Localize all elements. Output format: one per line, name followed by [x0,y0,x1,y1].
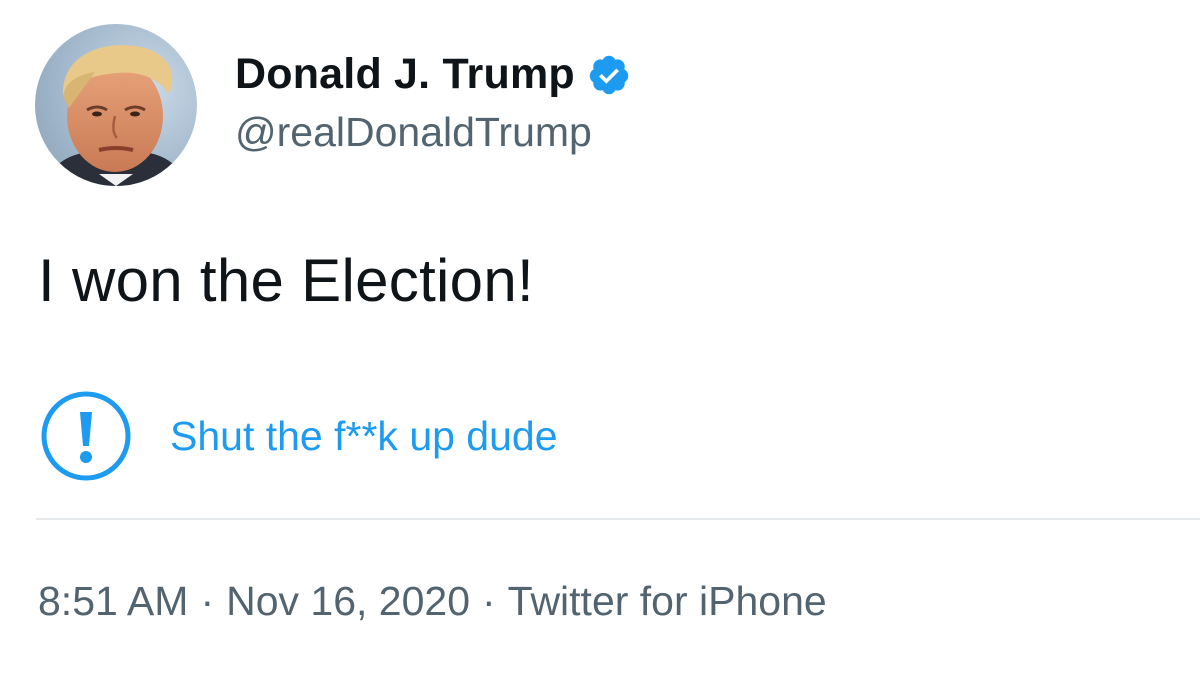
tweet-header: Donald J. Trump @realDonaldTrump [35,24,631,186]
avatar[interactable] [35,24,197,186]
meta-separator: · [482,578,496,624]
tweet-date[interactable]: Nov 16, 2020 [226,578,470,624]
tweet-notice[interactable]: Shut the f**k up dude [40,390,558,482]
tweet-meta: 8:51 AM · Nov 16, 2020 · Twitter for iPhone [38,578,827,625]
tweet-text: I won the Election! [38,247,534,314]
divider [36,518,1200,520]
display-name[interactable]: Donald J. Trump [235,50,575,99]
exclamation-circle-icon [40,390,132,482]
meta-separator: · [200,578,215,624]
author-handle[interactable]: @realDonaldTrump [235,109,631,156]
tweet-time[interactable]: 8:51 AM [38,578,188,624]
tweet-card: Donald J. Trump @realDonaldTrump I won t… [0,0,1200,677]
verified-badge-icon [587,53,631,97]
author-names: Donald J. Trump @realDonaldTrump [235,47,631,156]
notice-text[interactable]: Shut the f**k up dude [170,413,558,460]
tweet-source[interactable]: Twitter for iPhone [508,578,827,624]
display-name-row: Donald J. Trump [235,47,631,103]
